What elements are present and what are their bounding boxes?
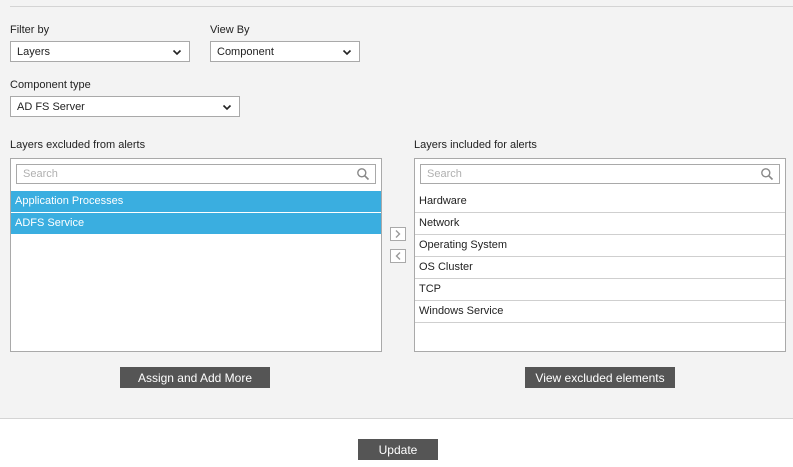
view-by-value: Component — [217, 45, 274, 58]
included-layers-list: Hardware Network Operating System OS Clu… — [414, 158, 786, 352]
filter-by-select[interactable]: Layers — [10, 41, 190, 62]
search-icon[interactable] — [760, 167, 774, 181]
chevron-left-icon — [395, 252, 401, 260]
chevron-right-icon — [395, 230, 401, 238]
chevron-down-icon — [172, 49, 182, 55]
included-search-box — [420, 164, 780, 184]
included-layers-label: Layers included for alerts — [414, 139, 537, 151]
view-by-label: View By — [210, 24, 250, 36]
excluded-layers-list: Application Processes ADFS Service — [10, 158, 382, 352]
chevron-down-icon — [222, 104, 232, 110]
excluded-items: Application Processes ADFS Service — [11, 191, 381, 235]
update-button[interactable]: Update — [358, 439, 438, 460]
list-item[interactable]: OS Cluster — [415, 257, 785, 279]
excluded-layers-label: Layers excluded from alerts — [10, 139, 146, 151]
list-item[interactable]: Network — [415, 213, 785, 235]
filter-by-label: Filter by — [10, 24, 50, 36]
list-item[interactable]: Application Processes — [11, 191, 381, 213]
view-excluded-elements-button[interactable]: View excluded elements — [525, 367, 675, 388]
list-item[interactable]: Operating System — [415, 235, 785, 257]
list-item[interactable]: TCP — [415, 279, 785, 301]
chevron-down-icon — [342, 49, 352, 55]
move-left-button[interactable] — [390, 249, 406, 263]
list-item[interactable]: Windows Service — [415, 301, 785, 323]
component-type-label: Component type — [10, 79, 91, 91]
search-icon[interactable] — [356, 167, 370, 181]
list-item[interactable]: ADFS Service — [11, 213, 381, 235]
filter-by-value: Layers — [17, 45, 51, 58]
move-right-button[interactable] — [390, 227, 406, 241]
assign-and-add-more-button[interactable]: Assign and Add More — [120, 367, 270, 388]
component-type-select[interactable]: AD FS Server — [10, 96, 240, 117]
included-items: Hardware Network Operating System OS Clu… — [415, 191, 785, 323]
included-search-input[interactable] — [421, 165, 760, 183]
top-divider — [10, 6, 793, 7]
list-item[interactable]: Hardware — [415, 191, 785, 213]
excluded-search-box — [16, 164, 376, 184]
excluded-search-input[interactable] — [17, 165, 356, 183]
component-type-value: AD FS Server — [17, 100, 85, 113]
view-by-select[interactable]: Component — [210, 41, 360, 62]
